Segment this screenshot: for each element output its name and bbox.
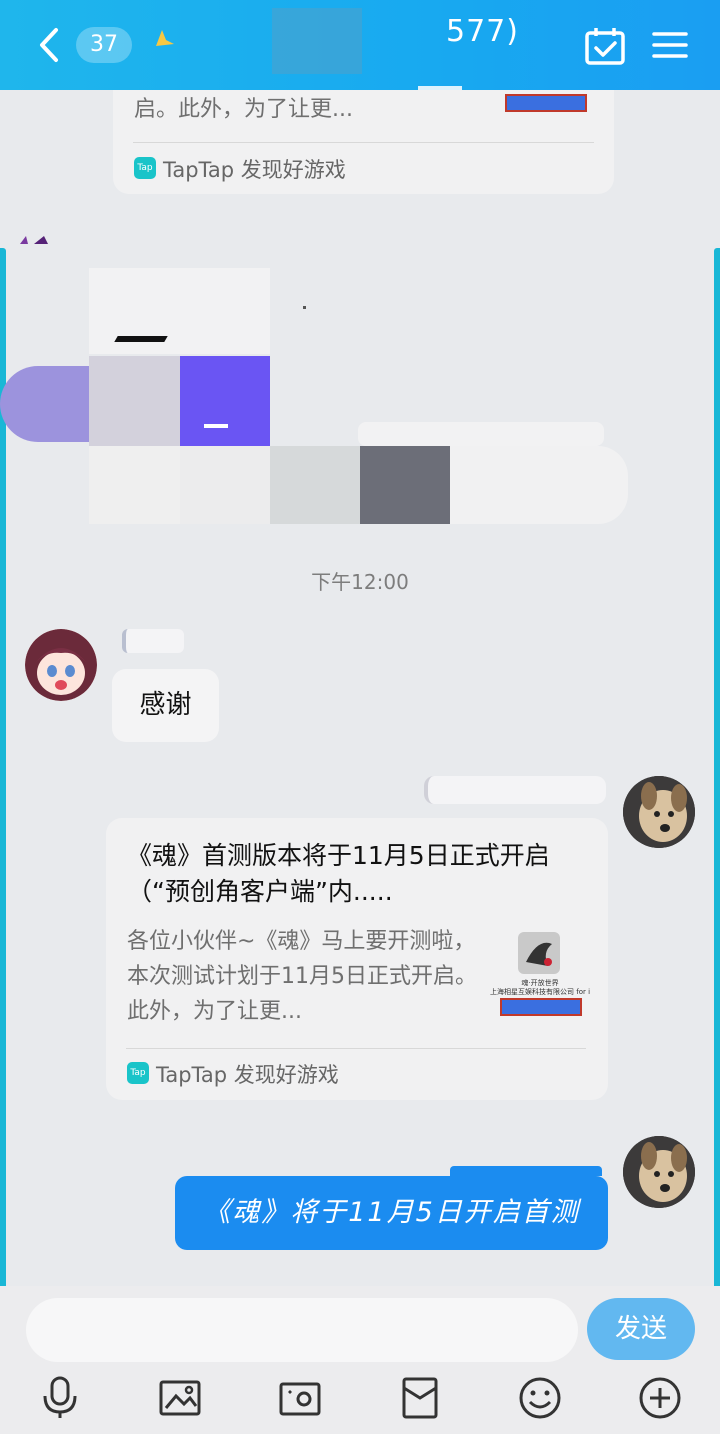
card-divider <box>126 1048 586 1049</box>
card-thumb-button <box>505 94 587 112</box>
message-input[interactable] <box>26 1298 578 1362</box>
calendar-icon[interactable] <box>584 26 626 66</box>
back-icon[interactable] <box>34 24 66 66</box>
redaction-dot <box>303 306 306 309</box>
card-title: 《魂》首测版本将于11月5日正式开启（“预创角客户端”内..... <box>127 841 550 906</box>
title-redacted <box>272 8 362 74</box>
card-description: 各位小伙伴~《魂》马上要开测啦，本次测试计划于11月5日正式开启。此外，为了让更… <box>127 929 477 1024</box>
unread-count-badge[interactable]: 37 <box>76 27 132 63</box>
redaction-stroke <box>114 336 168 342</box>
my-avatar[interactable] <box>623 1136 695 1208</box>
redaction-block <box>450 446 628 524</box>
my-name-redacted <box>450 1166 602 1176</box>
outgoing-message-text: 《魂》将于11月5日开启首测 <box>203 1197 580 1228</box>
redaction-block <box>180 446 270 524</box>
taptap-logo: Tap <box>127 1062 149 1084</box>
red-packet-icon[interactable] <box>398 1376 442 1420</box>
message-timestamp: 下午12:00 <box>311 570 409 594</box>
anime-girl-avatar-icon <box>25 629 97 701</box>
redaction-mark <box>204 424 228 428</box>
menu-icon[interactable] <box>652 30 688 60</box>
card-thumb-button <box>500 998 582 1016</box>
camera-icon[interactable] <box>278 1376 322 1420</box>
send-button[interactable]: 发送 <box>587 1298 695 1360</box>
image-icon[interactable] <box>158 1376 202 1420</box>
shared-link-card-top[interactable]: 启。此外，为了让更... Tap TapTap 发现好游戏 <box>113 90 614 194</box>
chat-header: 37 577) <box>0 0 720 90</box>
dog-avatar-icon <box>623 1136 695 1208</box>
incoming-message-bubble[interactable]: 感谢 <box>112 669 219 742</box>
redaction-block <box>270 446 360 524</box>
card-thumbnail: 魂·开放世界 上海相星互娱科技有限公司 for i <box>490 926 590 1022</box>
plus-icon[interactable] <box>638 1376 682 1420</box>
taptap-logo: Tap <box>134 157 156 179</box>
redaction-block <box>89 446 180 524</box>
input-bar: 发送 <box>0 1286 720 1434</box>
group-tag-icon <box>156 30 174 46</box>
redaction-block <box>360 446 450 524</box>
redaction-shape <box>0 366 95 442</box>
redaction-block <box>358 422 604 446</box>
redaction-block <box>180 356 270 446</box>
redacted-image-message[interactable] <box>0 262 640 532</box>
redaction-block <box>89 356 180 446</box>
card-source: TapTap 发现好游戏 <box>163 158 346 182</box>
incoming-message-text: 感谢 <box>139 690 192 720</box>
microphone-icon[interactable] <box>38 1376 82 1420</box>
sender-name-redacted <box>122 629 184 653</box>
dog-avatar-icon <box>623 776 695 848</box>
chat-title: 577) <box>446 14 519 49</box>
outgoing-message-bubble[interactable]: 《魂》将于11月5日开启首测 <box>175 1176 608 1250</box>
emoji-icon[interactable] <box>518 1376 562 1420</box>
game-logo-icon <box>518 932 560 974</box>
sender-avatar[interactable] <box>25 629 97 701</box>
my-name-redacted <box>424 776 606 804</box>
my-avatar[interactable] <box>623 776 695 848</box>
card-divider <box>133 142 594 143</box>
right-accent-bar <box>714 248 720 1388</box>
thumb-caption: 上海相星互娱科技有限公司 for i <box>490 988 590 996</box>
card-description: 启。此外，为了让更... <box>134 97 353 122</box>
sender-tag-icon <box>20 236 48 244</box>
card-source: TapTap 发现好游戏 <box>156 1063 339 1087</box>
shared-link-card[interactable]: 《魂》首测版本将于11月5日正式开启（“预创角客户端”内..... 各位小伙伴~… <box>106 818 608 1100</box>
